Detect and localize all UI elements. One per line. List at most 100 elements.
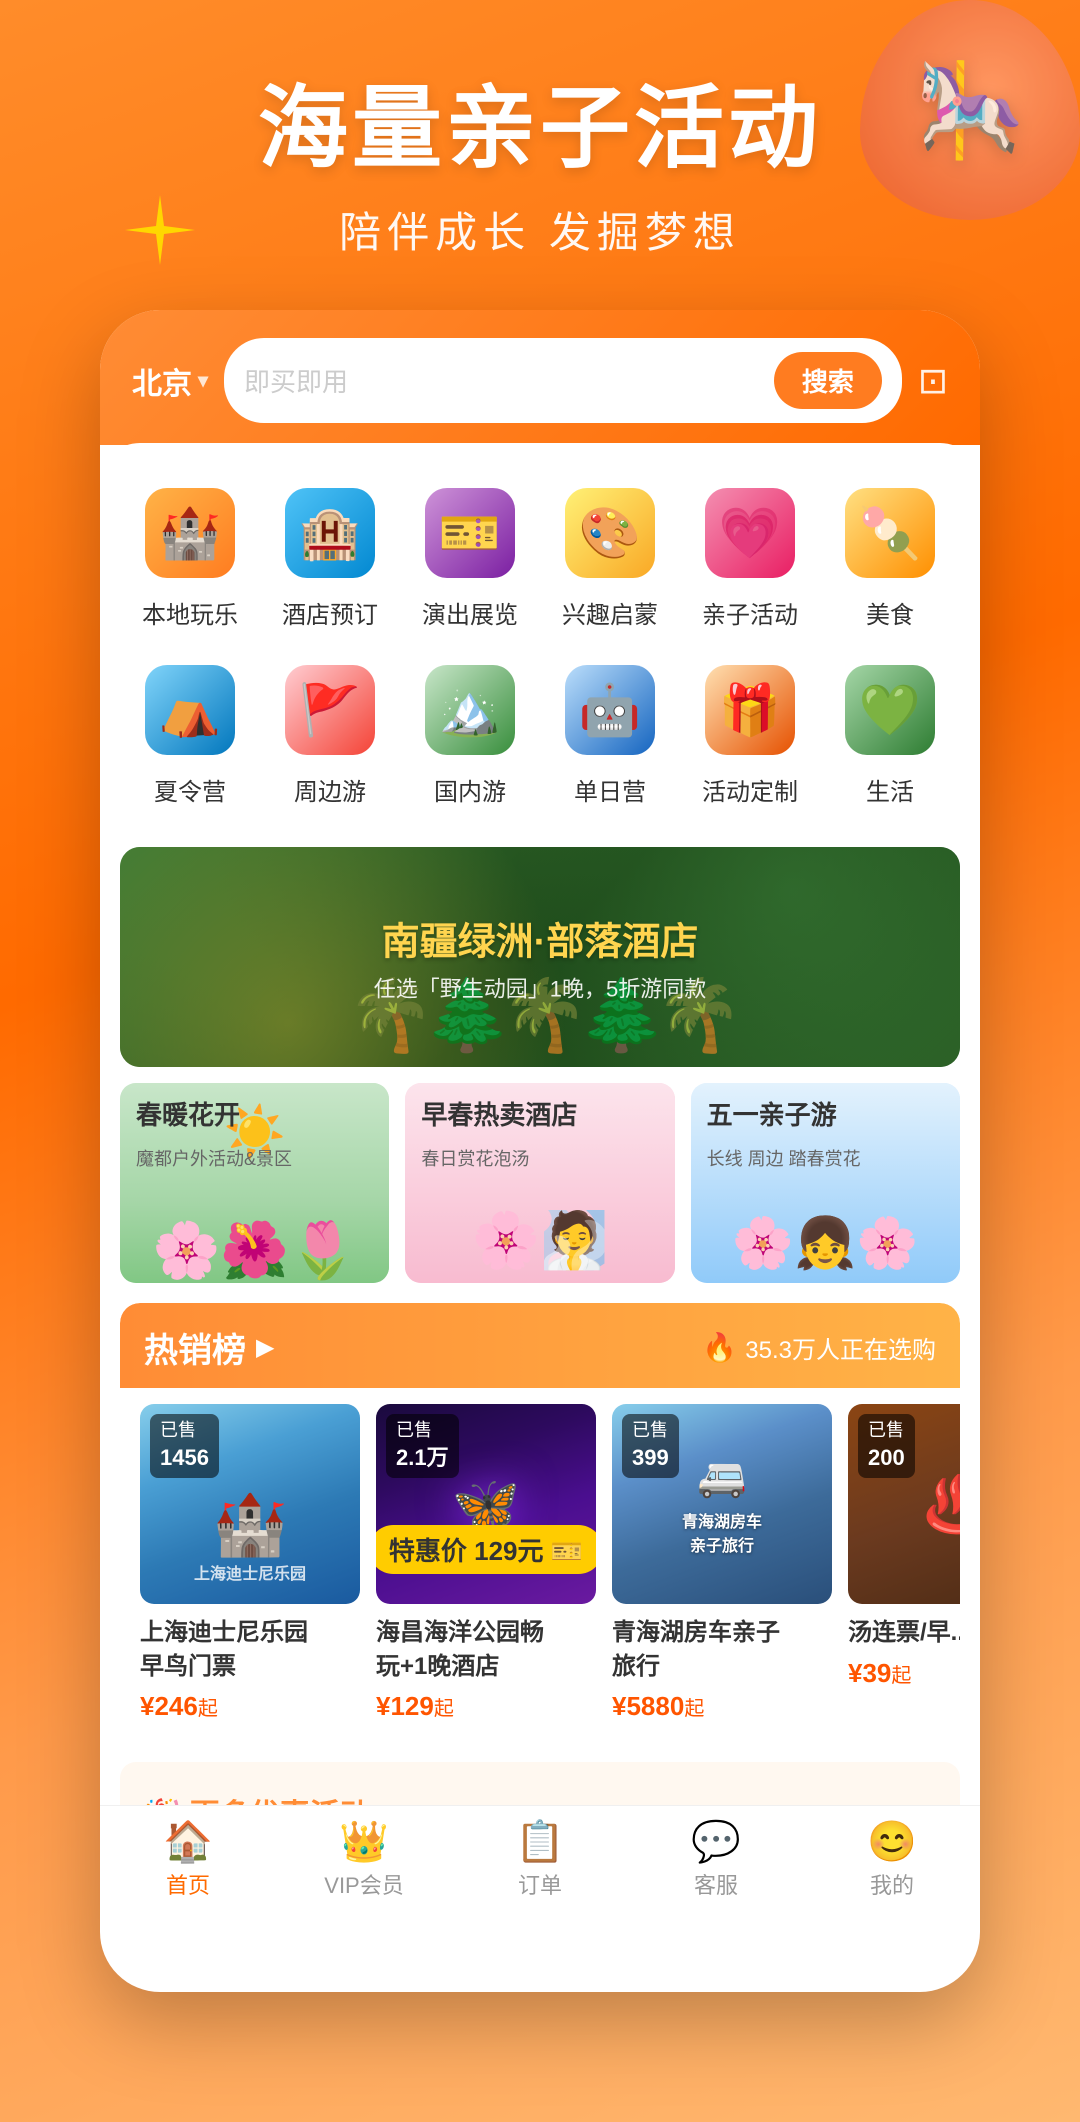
camp-icon: ⛺ [145, 665, 235, 755]
domestic-icon: 🏔️ [425, 665, 515, 755]
family-icon: 💗 [705, 488, 795, 578]
nav-home[interactable]: 🏠 首页 [138, 1822, 238, 1900]
product-ocean-name: 海昌海洋公园畅玩+1晚酒店 [376, 1616, 596, 1683]
cat-label-nearby: 周边游 [294, 772, 366, 807]
sold-badge-qinghai: 已售 399 [622, 1414, 679, 1478]
phone-mockup: 北京 ▾ 即买即用 搜索 ⊡ 🏰 本地玩乐 🏨 [100, 310, 980, 1992]
sold-badge-disney: 已售 1456 [150, 1414, 219, 1478]
service-icon: 💬 [691, 1822, 741, 1862]
product-disney[interactable]: 🏰 上海迪士尼乐园 已售 1456 上海迪士尼乐园早鸟门票 ¥246起 [140, 1404, 360, 1722]
search-input-wrap[interactable]: 即买即用 搜索 [224, 338, 902, 423]
sub-banner-may[interactable]: 🌸👧🌸 五一亲子游 长线 周边 踏春赏花 [691, 1083, 960, 1283]
sold-num-qinghai: 399 [632, 1443, 669, 1474]
cat-label-custom: 活动定制 [702, 772, 798, 807]
category-hotel[interactable]: 🏨 酒店预订 [260, 473, 400, 640]
category-row-2: ⛺ 夏令营 🚩 周边游 🏔️ 国内游 [120, 650, 960, 817]
nav-orders[interactable]: 📋 订单 [490, 1822, 590, 1900]
product-qinghai-name: 青海湖房车亲子旅行 [612, 1616, 832, 1683]
sold-num-ocean: 2.1万 [396, 1443, 449, 1474]
search-input[interactable]: 即买即用 [244, 362, 762, 399]
product-hotspring-name: 汤连票/早... [848, 1616, 960, 1650]
nav-service[interactable]: 💬 客服 [666, 1822, 766, 1900]
category-nearby[interactable]: 🚩 周边游 [260, 650, 400, 817]
hot-count-text: 35.3万人正在选购 [745, 1330, 936, 1365]
category-daycamp[interactable]: 🤖 单日营 [540, 650, 680, 817]
cat-label-domestic: 国内游 [434, 772, 506, 807]
product-ocean-img: 🦋 已售 2.1万 特惠价 129元 🎫 [376, 1404, 596, 1604]
chevron-down-icon: ▾ [198, 368, 208, 393]
sold-badge-hotspring: 已售 200 [858, 1414, 915, 1478]
cat-label-show: 演出展览 [422, 595, 518, 630]
hero-subtitle: 陪伴成长 发掘梦想 [40, 199, 1040, 260]
hot-title: 热销榜 [144, 1323, 246, 1372]
product-qinghai[interactable]: 🚐 青海湖房车亲子旅行 已售 399 青海湖房车亲子旅行 ¥5880起 [612, 1404, 832, 1722]
product-ocean[interactable]: 🦋 已售 2.1万 特惠价 129元 🎫 海昌海洋公园畅玩+1晚酒店 ¥129起 [376, 1404, 596, 1722]
sub-banner-hotel[interactable]: 🌸🧖 早春热卖酒店 春日赏花泡汤 [405, 1083, 674, 1283]
nearby-icon: 🚩 [285, 665, 375, 755]
categories-section: 🏰 本地玩乐 🏨 酒店预订 🎫 演出展览 [100, 443, 980, 847]
search-button[interactable]: 搜索 [774, 352, 882, 409]
category-row-1: 🏰 本地玩乐 🏨 酒店预订 🎫 演出展览 [120, 473, 960, 640]
cat-label-local: 本地玩乐 [142, 595, 238, 630]
cat-label-daycamp: 单日营 [574, 772, 646, 807]
nav-service-label: 客服 [694, 1868, 738, 1900]
sub-banner-hotel-title: 早春热卖酒店 [421, 1099, 577, 1133]
category-family[interactable]: 💗 亲子活动 [680, 473, 820, 640]
nav-mine[interactable]: 😊 我的 [842, 1822, 942, 1900]
banner-sub-text: 任选「野生动园」1晚，5折游同款 [374, 972, 706, 1004]
product-hotspring[interactable]: ♨️ 已售 200 汤连票/早... ¥39起 [848, 1404, 960, 1722]
category-life[interactable]: 💚 生活 [820, 650, 960, 817]
location-text: 北京 [132, 359, 192, 403]
carousel-decoration: 🎠 [860, 0, 1080, 220]
search-area: 北京 ▾ 即买即用 搜索 ⊡ [100, 310, 980, 445]
mine-icon: 😊 [867, 1822, 917, 1862]
hot-section: 热销榜 ▶ 🔥 35.3万人正在选购 🏰 上海迪士尼乐园 [120, 1303, 960, 1742]
ocean-price-badge: 特惠价 129元 🎫 [376, 1525, 596, 1574]
show-icon: 🎫 [425, 488, 515, 578]
nav-vip-label: VIP会员 [324, 1868, 403, 1900]
cat-label-camp: 夏令营 [154, 772, 226, 807]
hot-arrow-icon[interactable]: ▶ [256, 1333, 274, 1362]
category-domestic[interactable]: 🏔️ 国内游 [400, 650, 540, 817]
hot-header: 热销榜 ▶ 🔥 35.3万人正在选购 [120, 1303, 960, 1388]
castle-icon: 🏰 [145, 488, 235, 578]
product-qinghai-price: ¥5880起 [612, 1691, 832, 1722]
sold-badge-ocean: 已售 2.1万 [386, 1414, 459, 1478]
interest-icon: 🎨 [565, 488, 655, 578]
category-food[interactable]: 🍡 美食 [820, 473, 960, 640]
cat-label-family: 亲子活动 [702, 595, 798, 630]
sub-banner-may-title: 五一亲子游 [707, 1099, 837, 1133]
sold-label-qinghai: 已售 [632, 1420, 668, 1440]
nav-home-label: 首页 [166, 1868, 210, 1900]
hot-title-wrap: 热销榜 ▶ [144, 1323, 274, 1372]
category-local-fun[interactable]: 🏰 本地玩乐 [120, 473, 260, 640]
product-qinghai-img: 🚐 青海湖房车亲子旅行 已售 399 [612, 1404, 832, 1604]
product-list: 🏰 上海迪士尼乐园 已售 1456 上海迪士尼乐园早鸟门票 ¥246起 [120, 1388, 960, 1722]
cat-label-interest: 兴趣启蒙 [562, 595, 658, 630]
cat-label-food: 美食 [866, 595, 914, 630]
cat-label-life: 生活 [866, 772, 914, 807]
banner-text: 南疆绿洲·部落酒店 任选「野生动园」1晚，5折游同款 [374, 911, 706, 1004]
banner-section: 🌴🌲🌴🌲🌴 南疆绿洲·部落酒店 任选「野生动园」1晚，5折游同款 [100, 847, 980, 1083]
nav-mine-label: 我的 [870, 1868, 914, 1900]
main-banner[interactable]: 🌴🌲🌴🌲🌴 南疆绿洲·部落酒店 任选「野生动园」1晚，5折游同款 [120, 847, 960, 1067]
product-disney-img: 🏰 上海迪士尼乐园 已售 1456 [140, 1404, 360, 1604]
sold-label: 已售 [396, 1420, 432, 1440]
scan-icon[interactable]: ⊡ [918, 360, 948, 402]
category-camp[interactable]: ⛺ 夏令营 [120, 650, 260, 817]
category-show[interactable]: 🎫 演出展览 [400, 473, 540, 640]
category-interest[interactable]: 🎨 兴趣启蒙 [540, 473, 680, 640]
hotel-icon: 🏨 [285, 488, 375, 578]
product-hotspring-img: ♨️ 已售 200 [848, 1404, 960, 1604]
bottom-navigation: 🏠 首页 👑 VIP会员 📋 订单 💬 客服 😊 我的 [100, 1805, 980, 1920]
daycamp-icon: 🤖 [565, 665, 655, 755]
category-custom[interactable]: 🎁 活动定制 [680, 650, 820, 817]
sub-banner-spring[interactable]: 🌸🌺🌷 ☀️ 春暖花开 魔都户外活动&景区 [120, 1083, 389, 1283]
home-icon: 🏠 [163, 1822, 213, 1862]
sub-banner-may-desc: 长线 周边 踏春赏花 [707, 1147, 861, 1172]
product-ocean-price: ¥129起 [376, 1691, 596, 1722]
sold-label-hotspring: 已售 [868, 1420, 904, 1440]
nav-vip[interactable]: 👑 VIP会员 [314, 1822, 414, 1900]
sub-banners: 🌸🌺🌷 ☀️ 春暖花开 魔都户外活动&景区 🌸🧖 早春热卖酒店 春日赏花泡汤 🌸… [100, 1083, 980, 1303]
location-button[interactable]: 北京 ▾ [132, 359, 208, 403]
